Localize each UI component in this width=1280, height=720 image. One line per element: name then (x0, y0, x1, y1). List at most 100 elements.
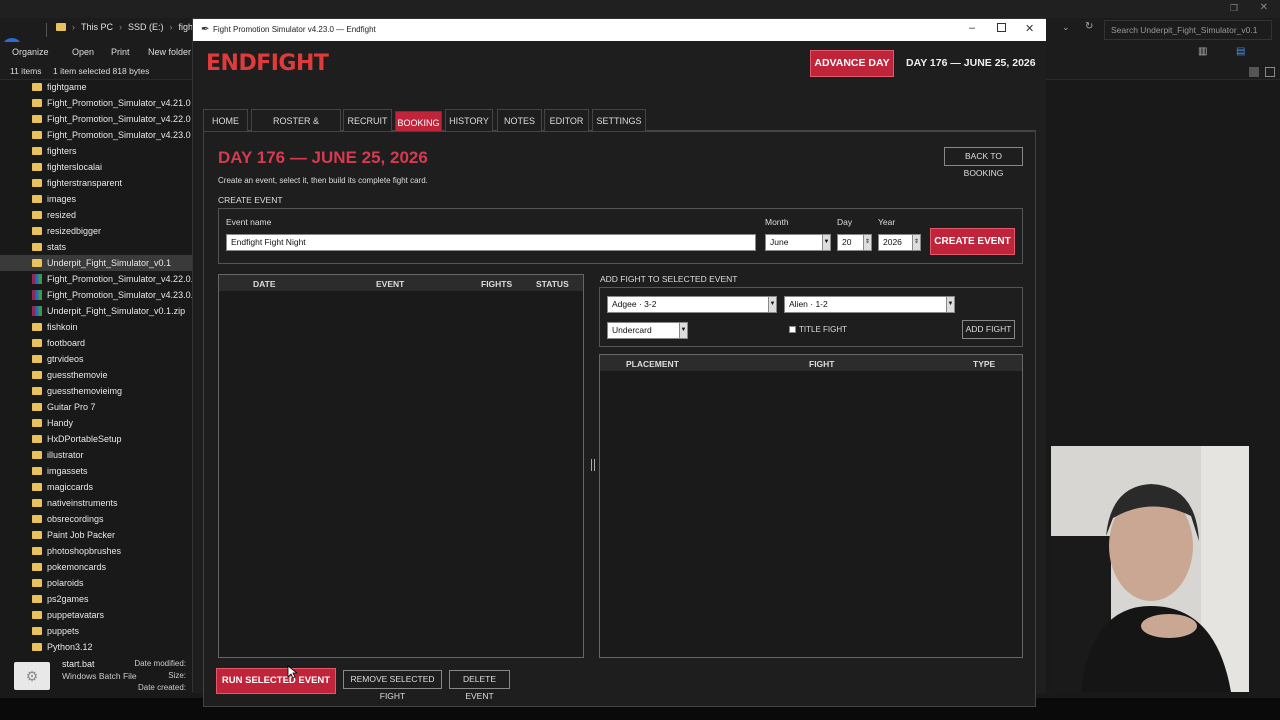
tree-item[interactable]: resizedbigger (32, 223, 101, 239)
tiles-view-icon[interactable] (1265, 67, 1275, 77)
chevron-down-icon[interactable]: ▼ (768, 297, 776, 312)
tree-item[interactable]: photoshopbrushes (32, 543, 121, 559)
tab-recruit[interactable]: RECRUIT (343, 109, 392, 133)
column-header-status[interactable]: STATUS (536, 279, 569, 289)
tree-item[interactable]: images (32, 191, 76, 207)
restore-icon[interactable]: ❐ (1230, 3, 1238, 14)
tree-item[interactable]: puppetavatars (32, 607, 104, 623)
add-fight-button[interactable]: ADD FIGHT (962, 320, 1015, 339)
chevron-down-icon[interactable]: ▼ (946, 297, 954, 312)
spinner-icon[interactable]: ⇕ (912, 235, 920, 250)
fighter-b-select[interactable]: Alien · 1-2 ▼ (784, 296, 955, 313)
tree-item[interactable]: fighterslocalai (32, 159, 102, 175)
tree-item[interactable]: Guitar Pro 7 (32, 399, 96, 415)
folder-icon (32, 499, 42, 507)
delete-event-button[interactable]: DELETE EVENT (449, 670, 510, 701)
breadcrumb-item[interactable]: SSD (E:) (128, 22, 164, 32)
tree-item[interactable]: fighters (32, 143, 77, 159)
tab-home[interactable]: HOME (203, 109, 248, 133)
details-pane-icon[interactable]: ▤ (1236, 46, 1245, 57)
tab-editor[interactable]: EDITOR (544, 109, 589, 133)
tree-item[interactable]: guessthemovieimg (32, 383, 122, 399)
chevron-down-icon[interactable]: ▼ (822, 235, 830, 250)
tree-item[interactable]: HxDPortableSetup (32, 431, 122, 447)
create-event-button[interactable]: CREATE EVENT (930, 228, 1015, 255)
column-header-fight[interactable]: FIGHT (809, 359, 835, 369)
run-selected-event-button[interactable]: RUN SELECTED EVENT (216, 668, 336, 694)
close-icon[interactable]: ✕ (1025, 22, 1034, 35)
tree-item[interactable]: polaroids (32, 575, 84, 591)
new-folder-button[interactable]: New folder (148, 47, 191, 57)
tree-item[interactable]: Paint Job Packer (32, 527, 115, 543)
chevron-down-icon[interactable]: ▼ (679, 323, 687, 338)
tree-item[interactable]: ps2games (32, 591, 89, 607)
tab-settings[interactable]: SETTINGS (592, 109, 646, 133)
tree-item[interactable]: fightgame (32, 80, 87, 95)
placement-select[interactable]: Undercard ▼ (607, 322, 688, 339)
tree-item[interactable]: puppets (32, 623, 79, 639)
organize-button[interactable]: Organize (12, 47, 49, 57)
tree-item[interactable]: fishkoin (32, 319, 78, 335)
title-fight-checkbox[interactable] (789, 326, 796, 333)
column-header-placement[interactable]: PLACEMENT (626, 359, 679, 369)
pane-icon[interactable]: ▥ (1198, 46, 1207, 57)
column-header-type[interactable]: TYPE (973, 359, 995, 369)
tree-item-label: Underpit_Fight_Simulator_v0.1.zip (47, 306, 186, 316)
day-spinner[interactable]: 20 ⇕ (837, 234, 872, 251)
splitter-handle[interactable] (591, 459, 595, 471)
tree-item[interactable]: Python3.12 (32, 639, 93, 654)
tree-item[interactable]: nativeinstruments (32, 495, 118, 511)
open-button[interactable]: Open (72, 47, 94, 57)
search-input[interactable]: Search Underpit_Fight_Simulator_v0.1 (1104, 20, 1272, 40)
tree-item[interactable]: pokemoncards (32, 559, 106, 575)
tree-item-label: ps2games (47, 594, 89, 604)
tree-item[interactable]: Underpit_Fight_Simulator_v0.1.zip (32, 303, 185, 319)
app-body: ENDFIGHT ADVANCE DAY DAY 176 — JUNE 25, … (193, 41, 1046, 707)
fighter-a-select[interactable]: Adgee · 3-2 ▼ (607, 296, 777, 313)
tab-roster-records[interactable]: ROSTER & RECORDS (251, 109, 341, 148)
tree-item[interactable]: Fight_Promotion_Simulator_v4.21.0 (32, 95, 191, 111)
tree-item[interactable]: obsrecordings (32, 511, 104, 527)
tree-item[interactable]: magiccards (32, 479, 93, 495)
year-spinner[interactable]: 2026 ⇕ (878, 234, 921, 251)
remove-selected-fight-button[interactable]: REMOVE SELECTED FIGHT (343, 670, 442, 701)
maximize-icon[interactable] (997, 23, 1006, 32)
tree-item[interactable]: Fight_Promotion_Simulator_v4.23.0 (32, 127, 191, 143)
tree-item[interactable]: gtrvideos (32, 351, 84, 367)
folder-icon (32, 435, 42, 443)
breadcrumb-item[interactable]: This PC (81, 22, 113, 32)
minimize-icon[interactable]: – (969, 22, 975, 34)
tab-notes[interactable]: NOTES (497, 109, 542, 133)
tree-item[interactable]: stats (32, 239, 66, 255)
refresh-icon[interactable]: ↻ (1085, 21, 1093, 32)
tree-item[interactable]: resized (32, 207, 76, 223)
month-select[interactable]: June ▼ (765, 234, 831, 251)
chevron-down-icon[interactable]: ⌄ (1062, 22, 1070, 33)
fights-table[interactable]: PLACEMENT FIGHT TYPE (599, 354, 1023, 658)
events-table[interactable]: DATE EVENT FIGHTS STATUS (218, 274, 584, 658)
column-header-event[interactable]: EVENT (376, 279, 404, 289)
tab-history[interactable]: HISTORY (445, 109, 493, 133)
column-header-date[interactable]: DATE (253, 279, 276, 289)
tree-item[interactable]: footboard (32, 335, 85, 351)
tree-item[interactable]: guessthemovie (32, 367, 108, 383)
print-button[interactable]: Print (111, 47, 130, 57)
tree-item[interactable]: illustrator (32, 447, 84, 463)
tree-item[interactable]: fighterstransparent (32, 175, 122, 191)
tree-item-label: Python3.12 (47, 642, 93, 652)
tree-item[interactable]: imgassets (32, 463, 88, 479)
column-header-fights[interactable]: FIGHTS (481, 279, 512, 289)
close-icon[interactable]: ✕ (1260, 2, 1268, 13)
advance-day-button[interactable]: ADVANCE DAY (810, 50, 894, 77)
tree-item-label: Guitar Pro 7 (47, 402, 96, 412)
tree-item[interactable]: Fight_Promotion_Simulator_v4.23.0... (32, 287, 192, 303)
tree-item[interactable]: Fight_Promotion_Simulator_v4.22.0 (32, 111, 191, 127)
tree-item[interactable]: Fight_Promotion_Simulator_v4.22.0... (32, 271, 192, 287)
tree-item-label: HxDPortableSetup (47, 434, 122, 444)
details-view-icon[interactable] (1249, 67, 1259, 77)
tree-item[interactable]: Handy (32, 415, 73, 431)
event-name-input[interactable]: Endfight Fight Night (226, 234, 756, 251)
spinner-icon[interactable]: ⇕ (863, 235, 871, 250)
back-to-booking-button[interactable]: BACK TO BOOKING (944, 147, 1023, 178)
tree-item[interactable]: Underpit_Fight_Simulator_v0.1 (0, 255, 192, 271)
